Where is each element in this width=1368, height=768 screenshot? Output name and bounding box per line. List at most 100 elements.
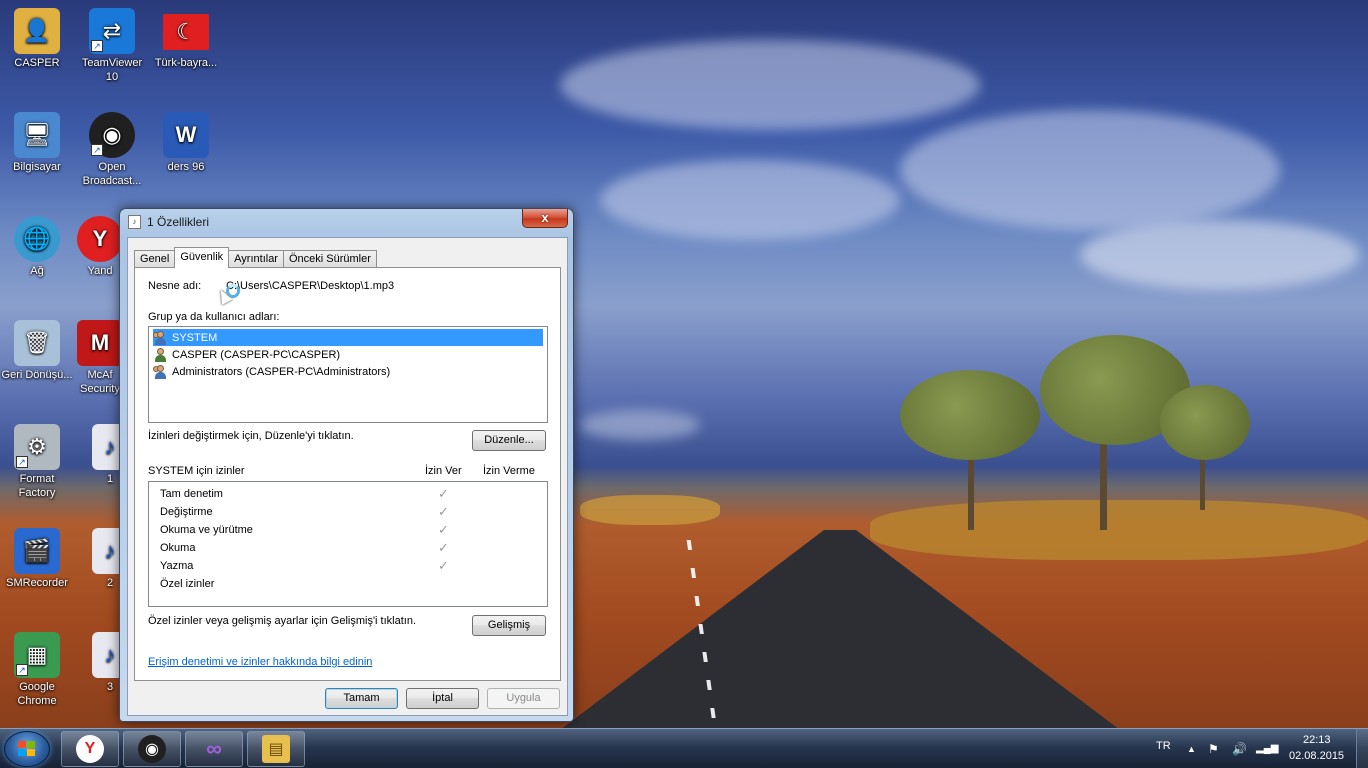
check-icon: ✓ xyxy=(438,504,449,519)
desktop-icon-smrecorder[interactable]: 🎬 SMRecorder xyxy=(0,528,74,590)
smrecorder-icon: 🎬 xyxy=(14,528,60,574)
recycle-bin-icon: 🗑 xyxy=(14,320,60,366)
tab-onceki-surumler[interactable]: Önceki Sürümler xyxy=(282,250,377,268)
desktop-icon-turk-bayragi[interactable]: ☾ Türk-bayra... xyxy=(149,8,223,70)
check-icon: ✓ xyxy=(438,540,449,555)
object-name-label: Nesne adı: xyxy=(148,280,202,292)
desktop-icon-label: Yand xyxy=(87,265,113,277)
permission-row: Okuma ve yürütme ✓ xyxy=(149,522,547,540)
permission-name: Okuma ve yürütme xyxy=(160,524,253,536)
show-hidden-icons-icon[interactable]: ▲ xyxy=(1187,744,1196,754)
desktop-icon-ag[interactable]: 🌐 Ağ xyxy=(0,216,74,278)
desktop-icon-ders96[interactable]: W ders 96 xyxy=(149,112,223,174)
taskbar-yandex-browser[interactable]: Y xyxy=(61,731,119,767)
desktop-icon-label: Google Chrome xyxy=(17,681,57,707)
desktop-icon-casper[interactable]: 👤 CASPER xyxy=(0,8,74,70)
desktop-icon-label: ders 96 xyxy=(167,161,205,173)
language-indicator[interactable]: TR xyxy=(1156,740,1171,752)
list-item-system[interactable]: SYSTEM xyxy=(153,329,543,346)
properties-dialog: ♪ 1 Özellikleri x Genel Güvenlik Ayrıntı… xyxy=(119,208,574,722)
desktop-icon-obs[interactable]: ◉ ↗ Open Broadcast... xyxy=(75,112,149,188)
list-item-label: SYSTEM xyxy=(172,331,218,344)
start-button[interactable] xyxy=(4,731,50,767)
dialog-titlebar[interactable]: ♪ 1 Özellikleri x xyxy=(120,209,573,235)
yandex-icon: Y xyxy=(77,216,123,262)
group-users-icon xyxy=(153,330,169,345)
busy-spinner-icon xyxy=(226,284,240,298)
cloud xyxy=(560,40,980,130)
tab-ayrintilar[interactable]: Ayrıntılar xyxy=(228,250,284,268)
desktop-icon-label: Türk-bayra... xyxy=(154,57,218,69)
audio-file-icon: ♪ xyxy=(128,215,141,229)
taskbar-file-explorer[interactable]: ▤ xyxy=(247,731,305,767)
tree xyxy=(900,370,1040,460)
edit-button[interactable]: Düzenle... xyxy=(472,430,546,451)
taskbar-visual-studio[interactable]: ∞ xyxy=(185,731,243,767)
network-icon: 🌐 xyxy=(14,216,60,262)
show-desktop-button[interactable] xyxy=(1356,729,1368,768)
taskbar-obs[interactable]: ◉ xyxy=(123,731,181,767)
road xyxy=(560,530,1120,728)
ok-button[interactable]: Tamam xyxy=(325,688,398,709)
clock-date[interactable]: 02.08.2015 xyxy=(1289,750,1344,762)
group-users-icon xyxy=(153,364,169,379)
groups-label: Grup ya da kullanıcı adları: xyxy=(148,311,280,323)
clock-time[interactable]: 22:13 xyxy=(1303,734,1331,746)
desktop-icon-label: Format Factory xyxy=(18,473,56,499)
advanced-button[interactable]: Gelişmiş xyxy=(472,615,546,636)
chrome-icon: ▦ ↗ xyxy=(14,632,60,678)
dialog-title: 1 Özellikleri xyxy=(147,215,210,229)
volume-icon[interactable]: 🔊 xyxy=(1232,742,1247,756)
tree xyxy=(1160,385,1250,460)
taskbar: Y ◉ ∞ ▤ TR ▲ ⚑ 🔊 ▂▄▆ 22:13 02.08.2015 xyxy=(0,728,1368,768)
desktop-icon-bilgisayar[interactable]: 🖥 Bilgisayar xyxy=(0,112,74,174)
tab-genel[interactable]: Genel xyxy=(134,250,176,268)
list-item-label: CASPER (CASPER-PC\CASPER) xyxy=(172,348,341,361)
permission-row: Yazma ✓ xyxy=(149,558,547,576)
action-center-icon[interactable]: ⚑ xyxy=(1208,742,1219,756)
help-link[interactable]: Erişim denetimi ve izinler hakkında bilg… xyxy=(148,656,372,668)
list-item-administrators[interactable]: Administrators (CASPER-PC\Administrators… xyxy=(153,363,390,380)
permission-name: Okuma xyxy=(160,542,196,554)
list-item-casper[interactable]: CASPER (CASPER-PC\CASPER) xyxy=(153,346,340,363)
groups-listbox[interactable]: SYSTEM CASPER (CASPER-PC\CASPER) Adminis… xyxy=(148,326,548,423)
cancel-button[interactable]: İptal xyxy=(406,688,479,709)
desktop-icon-label: CASPER xyxy=(14,57,60,69)
cloud xyxy=(600,160,900,240)
advanced-hint: Özel izinler veya gelişmiş ayarlar için … xyxy=(148,615,417,627)
file-explorer-icon: ▤ xyxy=(262,735,290,763)
format-factory-icon: ⚙ ↗ xyxy=(14,424,60,470)
check-icon: ✓ xyxy=(438,486,449,501)
permission-row: Özel izinler xyxy=(149,576,547,594)
yandex-browser-icon: Y xyxy=(76,735,104,763)
desktop-icon-recycle-bin[interactable]: 🗑 Geri Dönüşü... xyxy=(0,320,74,382)
permission-name: Tam denetim xyxy=(160,488,223,500)
permissions-list[interactable]: Tam denetim ✓ Değiştirme ✓ Okuma ve yürü… xyxy=(148,481,548,607)
bush xyxy=(870,500,1368,560)
permission-row: Okuma ✓ xyxy=(149,540,547,558)
tab-guvenlik[interactable]: Güvenlik xyxy=(174,247,230,268)
obs-icon: ◉ ↗ xyxy=(89,112,135,158)
desktop-icon-label: SMRecorder xyxy=(6,577,68,589)
desktop-icon-label: McAf Security xyxy=(80,369,120,395)
user-folder-icon: 👤 xyxy=(14,8,60,54)
cloud xyxy=(900,110,1280,230)
permission-row: Tam denetim ✓ xyxy=(149,486,547,504)
security-tab-panel: Nesne adı: C:\Users\CASPER\Desktop\1.mp3… xyxy=(134,267,561,681)
deny-column-header: İzin Verme xyxy=(483,465,535,477)
desktop-icon-label: TeamViewer 10 xyxy=(81,57,143,83)
desktop-icon-format-factory[interactable]: ⚙ ↗ Format Factory xyxy=(0,424,74,500)
desktop-icon-teamviewer[interactable]: ⇄ ↗ TeamViewer 10 xyxy=(75,8,149,84)
desktop-icon-yandex[interactable]: Y Yand xyxy=(75,216,125,278)
network-signal-icon[interactable]: ▂▄▆ xyxy=(1256,743,1278,754)
obs-icon: ◉ xyxy=(138,735,166,763)
desktop-icon-google-chrome[interactable]: ▦ ↗ Google Chrome xyxy=(0,632,74,708)
close-button[interactable]: x xyxy=(522,209,568,228)
permission-name: Yazma xyxy=(160,560,194,572)
permissions-title: SYSTEM için izinler xyxy=(148,465,245,477)
apply-button[interactable]: Uygula xyxy=(487,688,560,709)
desktop-icon-mcafee[interactable]: M McAf Security xyxy=(75,320,125,396)
cloud xyxy=(1080,220,1360,290)
teamviewer-icon: ⇄ ↗ xyxy=(89,8,135,54)
check-icon: ✓ xyxy=(438,522,449,537)
